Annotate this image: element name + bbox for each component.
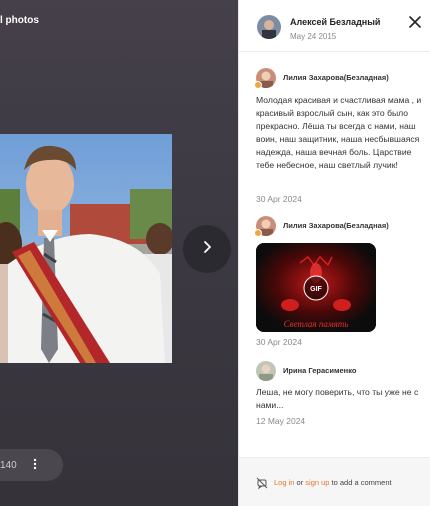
comment-text: Молодая красивая и счастливая мама , и к… <box>256 95 422 170</box>
signup-link[interactable]: sign up <box>305 478 329 487</box>
status-badge <box>254 81 262 89</box>
gif-caption: Светлая память <box>284 319 349 329</box>
gif-attachment[interactable]: GIF Светлая память <box>256 243 376 332</box>
comment-date: 12 May 2024 <box>256 416 306 426</box>
no-comment-icon <box>256 476 268 494</box>
photo-counter: 140 <box>0 459 17 471</box>
more-vertical-icon[interactable] <box>33 457 37 476</box>
comments-panel: Алексей Безладный May 24 2015 Лилия Заха… <box>238 0 430 506</box>
album-title: l photos <box>0 15 39 26</box>
chevron-right-icon <box>200 240 214 259</box>
comment-date: 30 Apr 2024 <box>256 194 302 204</box>
prompt-or: or <box>294 478 306 487</box>
author-name[interactable]: Алексей Безладный <box>290 17 380 27</box>
photo-actions-bar: 140 <box>0 449 63 481</box>
avatar[interactable] <box>257 15 281 39</box>
main-photo[interactable] <box>0 134 172 363</box>
next-photo-button[interactable] <box>183 225 231 273</box>
comment-author[interactable]: Ирина Герасименко <box>283 366 356 375</box>
comment-author[interactable]: Лилия Захарова(Безладная) <box>283 221 389 230</box>
panel-header: Алексей Безладный May 24 2015 <box>239 0 430 52</box>
comment-text: Леша, не могу поверить, что ты уже не с … <box>256 387 419 410</box>
comment-footer: Log in or sign up to add a comment <box>239 457 430 506</box>
comment-date: 30 Apr 2024 <box>256 337 302 347</box>
prompt-rest: to add a comment <box>329 478 392 487</box>
photo-viewer: l photos 140 <box>0 0 238 506</box>
status-badge <box>254 229 262 237</box>
close-icon[interactable] <box>408 15 422 29</box>
comment-author[interactable]: Лилия Захарова(Безладная) <box>283 73 389 82</box>
gif-label: GIF <box>310 286 322 293</box>
post-date: May 24 2015 <box>290 32 337 41</box>
avatar[interactable] <box>256 361 276 381</box>
login-prompt: Log in or sign up to add a comment <box>274 478 392 487</box>
login-link[interactable]: Log in <box>274 478 294 487</box>
